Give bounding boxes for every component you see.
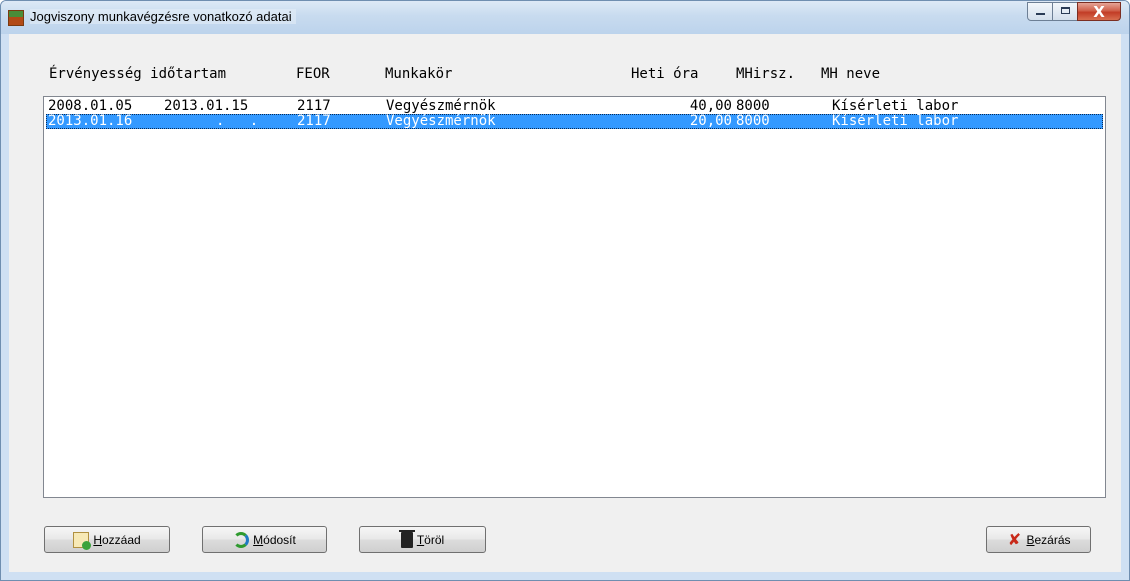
add-document-icon [73, 531, 92, 550]
refresh-icon [233, 531, 250, 548]
trash-icon [398, 529, 415, 548]
close-button[interactable]: ✘ Bezárás [986, 526, 1091, 553]
app-icon [8, 10, 24, 26]
maximize-button[interactable] [1052, 2, 1078, 21]
table-row[interactable]: 2013.01.16 . . 2117 Vegyészmérnök 20,00 … [46, 114, 1103, 129]
cell-to: 2013.01.15 [164, 98, 249, 114]
caption-buttons: X [1027, 2, 1121, 22]
header-mh-name: MH neve [821, 66, 881, 82]
cell-from: 2008.01.05 [48, 98, 133, 114]
cell-mh-name: Kísérleti labor [832, 98, 959, 114]
add-label: ozzáad [101, 532, 141, 547]
delete-label: öröl [424, 532, 445, 547]
cell-from: 2013.01.16 [48, 113, 133, 129]
dialog-window: Jogviszony munkavégzésre vonatkozó adata… [0, 0, 1130, 581]
minimize-button[interactable] [1027, 2, 1053, 21]
title-bar[interactable]: Jogviszony munkavégzésre vonatkozó adata… [1, 1, 1129, 34]
cell-mh-name: Kísérleti labor [832, 113, 959, 129]
maximize-icon [1061, 7, 1070, 14]
cell-job: Vegyészmérnök [386, 98, 496, 114]
header-mh-number: MHirsz. [736, 66, 796, 82]
red-x-icon: ✘ [1007, 529, 1022, 549]
dialog-body: Érvényesség időtartam FEOR Munkakör Heti… [9, 34, 1121, 572]
add-button[interactable]: Hozzáad [44, 526, 170, 553]
cell-job: Vegyészmérnök [386, 113, 496, 129]
modify-label: ódosít [263, 532, 296, 547]
header-hours: Heti óra [631, 66, 699, 82]
header-validity: Érvényesség időtartam [49, 66, 227, 82]
column-headers: Érvényesség időtartam FEOR Munkakör Heti… [9, 34, 1121, 94]
employment-list[interactable]: 2008.01.05 2013.01.15 2117 Vegyészmérnök… [43, 96, 1106, 498]
header-feor: FEOR [296, 66, 330, 82]
modify-button[interactable]: Módosít [202, 526, 327, 553]
cell-hours: 40,00 [689, 98, 732, 114]
cell-feor: 2117 [297, 113, 331, 129]
cell-to: . . [216, 113, 259, 129]
close-icon: X [1093, 3, 1105, 21]
cell-mh-number: 8000 [736, 98, 770, 114]
close-label: ezárás [1034, 532, 1071, 547]
modify-accel: M [253, 532, 264, 547]
cell-feor: 2117 [297, 98, 331, 114]
table-row[interactable]: 2008.01.05 2013.01.15 2117 Vegyészmérnök… [46, 99, 1103, 114]
cell-hours: 20,00 [689, 113, 732, 129]
window-title: Jogviszony munkavégzésre vonatkozó adata… [30, 9, 296, 24]
minimize-icon [1036, 13, 1045, 15]
cell-mh-number: 8000 [736, 113, 770, 129]
add-accel: H [93, 532, 102, 547]
delete-button[interactable]: Töröl [359, 526, 486, 553]
header-job: Munkakör [385, 66, 453, 82]
close-window-button[interactable]: X [1077, 2, 1121, 21]
